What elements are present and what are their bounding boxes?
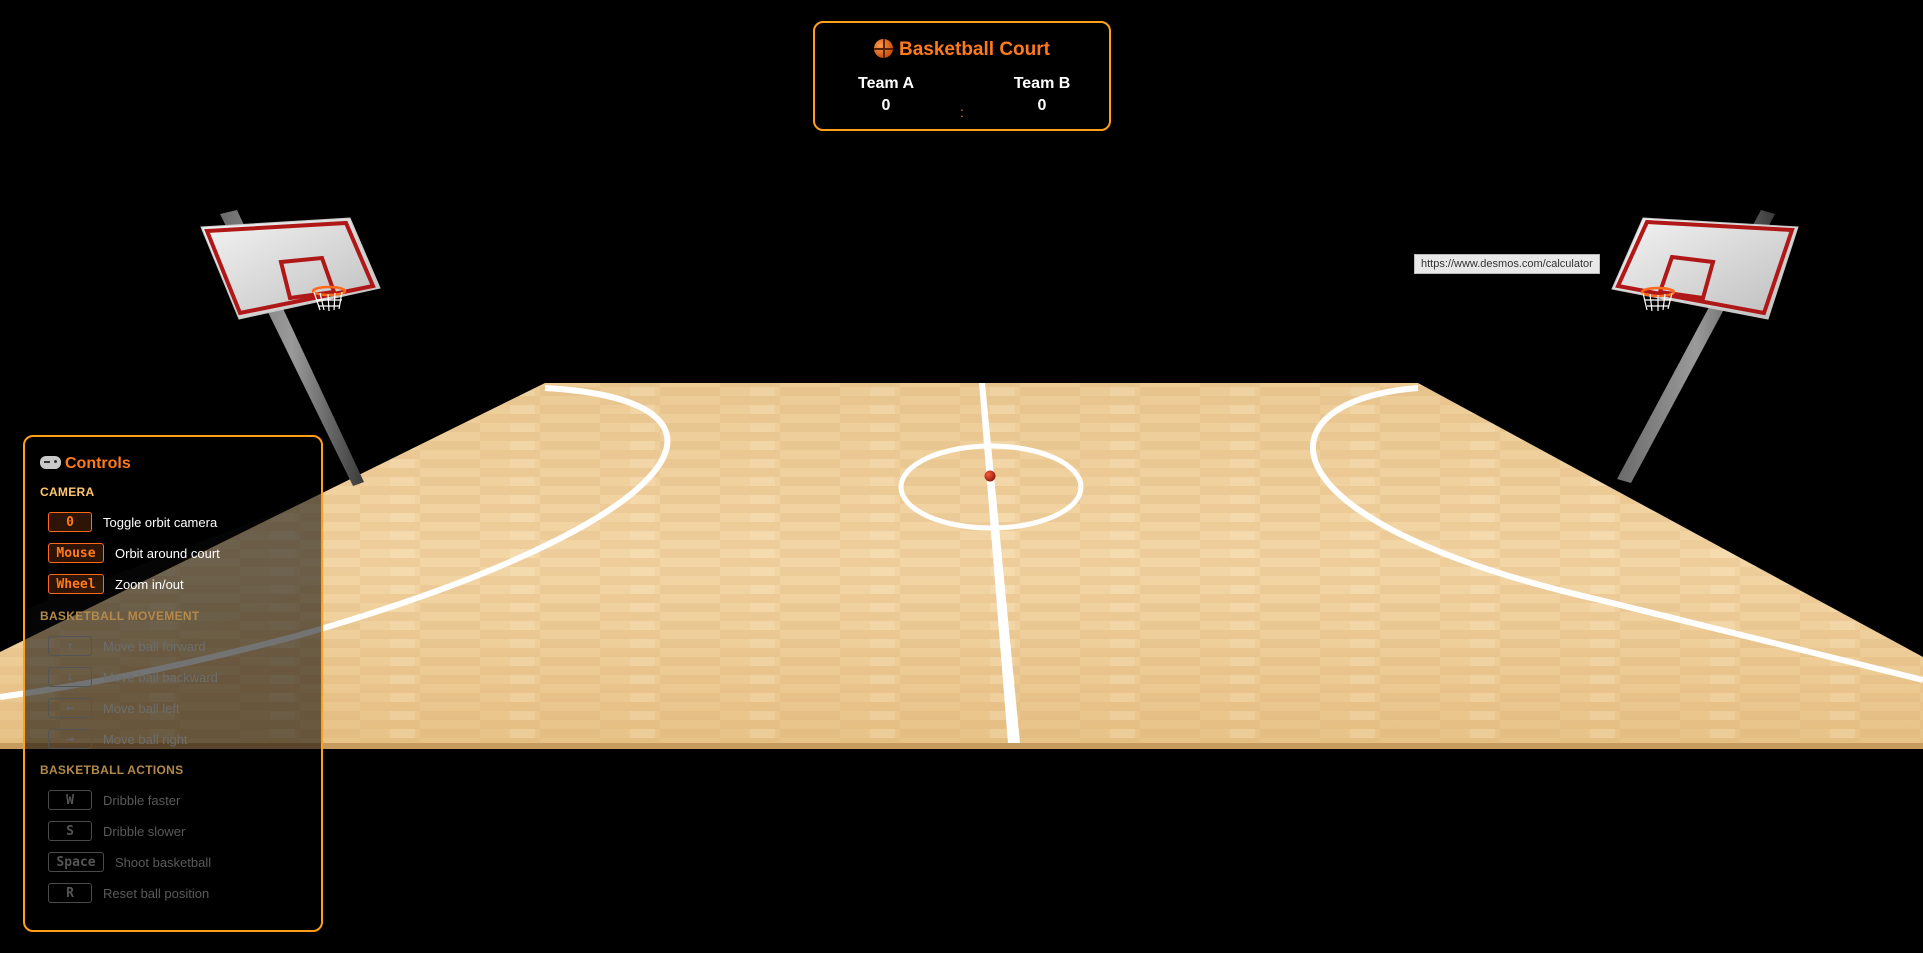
key-badge: S [48,821,92,841]
control-row: Space Shoot basketball [48,851,211,873]
control-row: Mouse Orbit around court [48,542,220,564]
control-row: ↑ Move ball forward [48,635,206,657]
team-b-name: Team B [1013,75,1071,92]
gamepad-icon [40,456,61,469]
right-hoop [1611,210,1799,483]
control-description: Reset ball position [103,885,210,901]
key-badge: ← [48,698,92,718]
control-description: Move ball backward [103,669,218,685]
key-badge: → [48,729,92,749]
key-badge: Space [48,852,104,872]
team-b: Team B 0 [992,75,1092,115]
control-row: 0 Toggle orbit camera [48,511,217,533]
team-a-name: Team A [857,75,914,92]
team-b-score: 0 [1037,97,1047,114]
key-badge: ↓ [48,667,92,687]
scoreboard-title-text: Basketball Court [899,39,1050,60]
key-badge: W [48,790,92,810]
control-description: Dribble slower [103,823,186,839]
key-badge: R [48,883,92,903]
control-row: W Dribble faster [48,789,180,811]
control-description: Move ball right [103,731,188,747]
control-row: R Reset ball position [48,882,209,904]
key-badge: ↑ [48,636,92,656]
control-row: S Dribble slower [48,820,185,842]
controls-title: Controls [40,455,131,473]
scoreboard: Basketball Court Team A 0 : Team B 0 [813,21,1111,131]
control-row: ↓ Move ball backward [48,666,218,688]
link-tooltip: https://www.desmos.com/calculator [1414,254,1600,274]
section-basketball-actions: BASKETBALL ACTIONS [40,763,184,777]
scoreboard-title: Basketball Court [815,39,1109,61]
section-camera: CAMERA [40,485,95,499]
control-description: Toggle orbit camera [103,514,218,530]
control-row: → Move ball right [48,728,188,750]
control-description: Zoom in/out [115,576,184,592]
basketball[interactable] [984,470,996,482]
section-basketball-movement: BASKETBALL MOVEMENT [40,609,200,623]
control-description: Move ball forward [103,638,206,654]
control-row: ← Move ball left [48,697,180,719]
basketball-icon [874,39,893,58]
controls-title-text: Controls [65,455,131,472]
controls-panel: Controls CAMERA 0 Toggle orbit camera Mo… [23,435,323,932]
control-description: Shoot basketball [115,854,212,870]
control-description: Orbit around court [115,545,220,561]
control-description: Dribble faster [103,792,181,808]
key-badge: 0 [48,512,92,532]
key-badge: Mouse [48,543,104,563]
control-row: Wheel Zoom in/out [48,573,184,595]
control-description: Move ball left [103,700,180,716]
key-badge: Wheel [48,574,104,594]
